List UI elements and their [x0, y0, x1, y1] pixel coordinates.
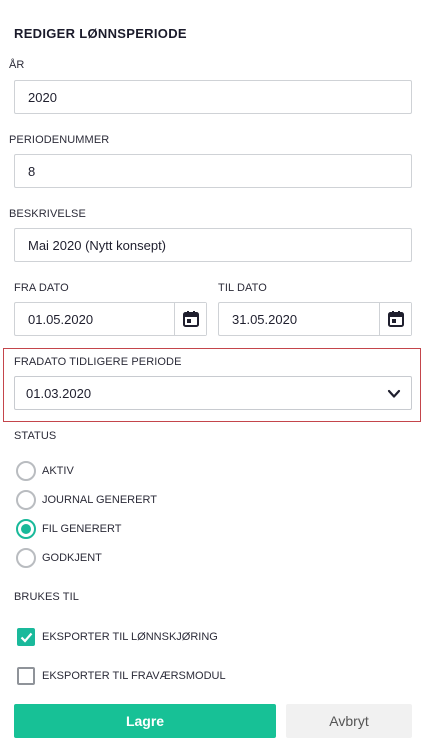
description-label: BESKRIVELSE [9, 208, 86, 220]
check-icon [20, 632, 32, 643]
prev-from-date-value: 01.03.2020 [26, 385, 92, 401]
radio-button-selected[interactable] [16, 519, 36, 539]
from-date-label: FRA DATO [14, 282, 69, 294]
checkbox[interactable] [17, 667, 35, 685]
status-option-journal-generert[interactable]: JOURNAL GENERERT [16, 489, 157, 511]
period-number-label: PERIODENUMMER [9, 134, 110, 146]
calendar-icon[interactable] [174, 303, 206, 335]
usage-option-label: EKSPORTER TIL FRAVÆRSMODUL [42, 670, 226, 682]
description-field[interactable]: Mai 2020 (Nytt konsept) [14, 228, 412, 262]
status-option-label: JOURNAL GENERERT [42, 494, 157, 506]
to-date-label: TIL DATO [218, 282, 267, 294]
year-field[interactable]: 2020 [14, 80, 412, 114]
radio-button[interactable] [16, 490, 36, 510]
period-number-field[interactable]: 8 [14, 154, 412, 188]
status-option-godkjent[interactable]: GODKJENT [16, 547, 102, 569]
radio-button[interactable] [16, 548, 36, 568]
calendar-icon[interactable] [379, 303, 411, 335]
usage-label: BRUKES TIL [14, 591, 79, 603]
from-date-value[interactable]: 01.05.2020 [15, 303, 174, 335]
status-option-label: AKTIV [42, 465, 74, 477]
usage-option-export-absence[interactable]: EKSPORTER TIL FRAVÆRSMODUL [17, 666, 226, 686]
usage-option-export-payroll[interactable]: EKSPORTER TIL LØNNSKJØRING [17, 627, 218, 647]
to-date-value[interactable]: 31.05.2020 [219, 303, 379, 335]
status-option-label: GODKJENT [42, 552, 102, 564]
usage-option-label: EKSPORTER TIL LØNNSKJØRING [42, 631, 218, 643]
from-date-field[interactable]: 01.05.2020 [14, 302, 207, 336]
page-title: REDIGER LØNNSPERIODE [14, 26, 187, 41]
prev-from-date-select[interactable]: 01.03.2020 [14, 376, 412, 410]
year-label: ÅR [9, 59, 25, 71]
status-label: STATUS [14, 430, 57, 442]
chevron-down-icon [387, 387, 401, 404]
status-option-fil-generert[interactable]: FIL GENERERT [16, 518, 121, 540]
radio-button[interactable] [16, 461, 36, 481]
checkbox-checked[interactable] [17, 628, 35, 646]
status-option-aktiv[interactable]: AKTIV [16, 460, 74, 482]
prev-from-date-label: FRADATO TIDLIGERE PERIODE [14, 356, 182, 368]
status-option-label: FIL GENERERT [42, 523, 122, 535]
to-date-field[interactable]: 31.05.2020 [218, 302, 412, 336]
save-button[interactable]: Lagre [14, 704, 276, 738]
cancel-button[interactable]: Avbryt [286, 704, 412, 738]
